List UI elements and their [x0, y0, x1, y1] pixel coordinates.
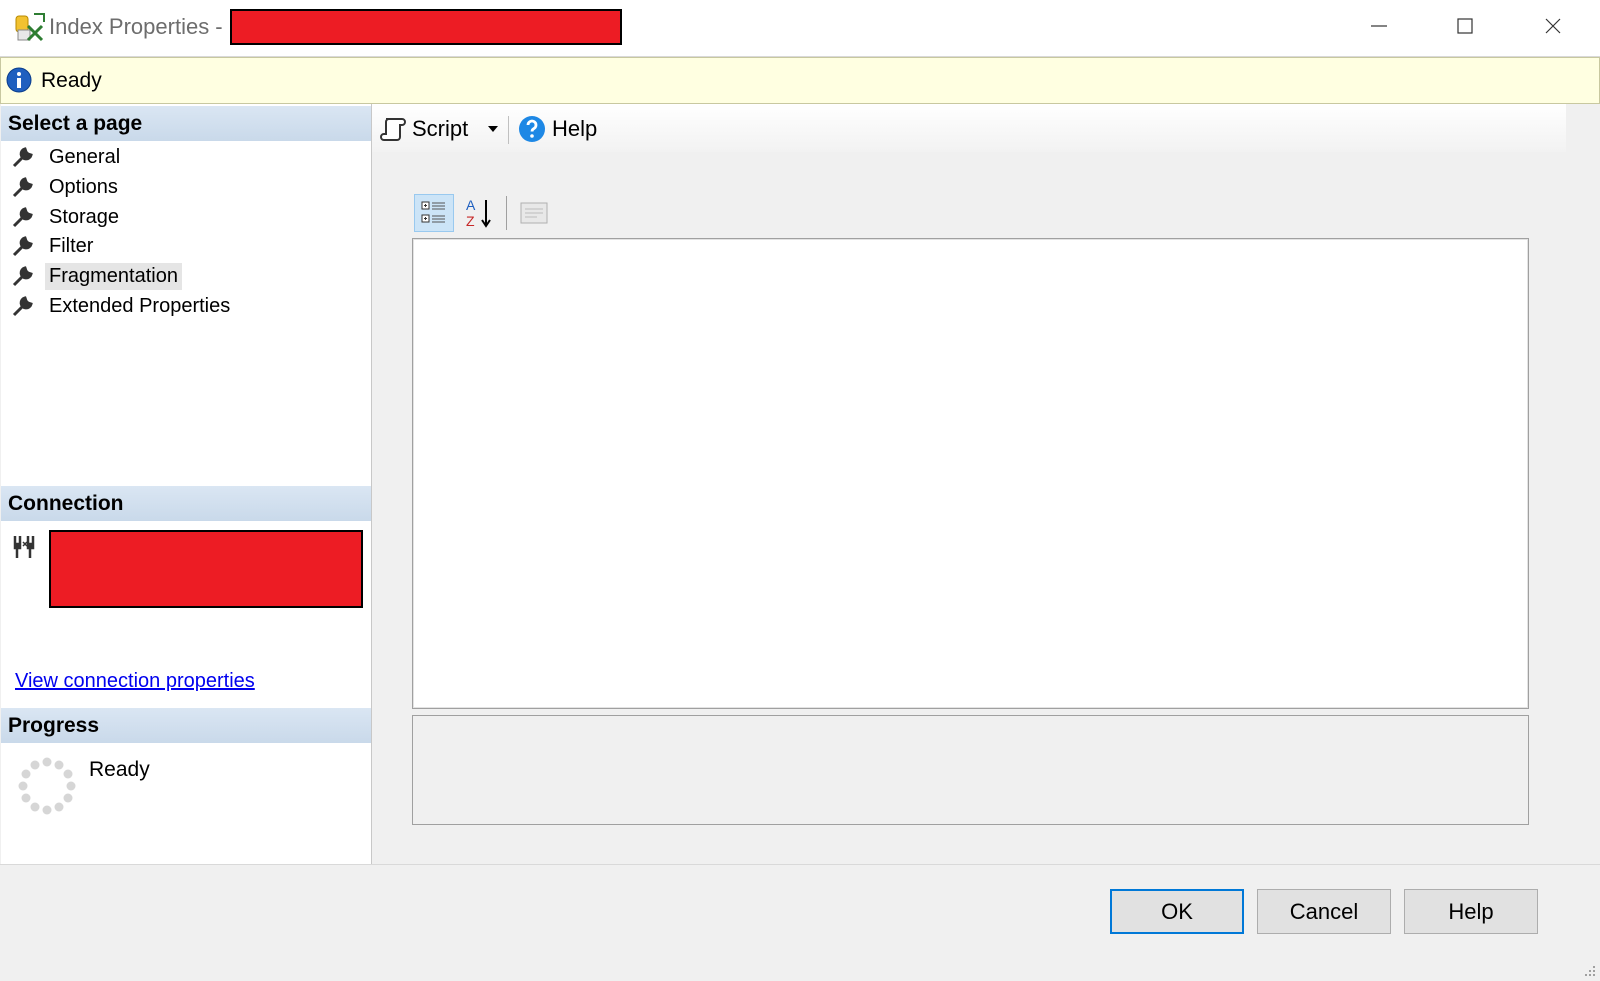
- progress-spinner-icon: [18, 757, 76, 815]
- redacted-title-box: [230, 9, 622, 45]
- wrench-icon: [12, 147, 33, 168]
- wrench-icon: [12, 207, 33, 228]
- title-bar: Index Properties -: [0, 0, 1600, 57]
- categorized-view-button[interactable]: [414, 194, 454, 232]
- minimize-icon: [1371, 25, 1387, 27]
- status-info-bar: Ready: [0, 57, 1600, 104]
- alphabetical-sort-button[interactable]: A Z: [460, 194, 500, 232]
- maximize-button[interactable]: [1442, 8, 1488, 44]
- info-icon: [6, 67, 32, 93]
- select-page-header: Select a page: [1, 106, 371, 141]
- status-text: Ready: [41, 69, 102, 92]
- property-grid[interactable]: [412, 238, 1529, 709]
- page-item-label: General: [49, 145, 121, 168]
- page-item-fragmentation[interactable]: Fragmentation: [11, 261, 182, 291]
- window-title: Index Properties -: [49, 14, 223, 39]
- property-grid-toolbar: A Z: [414, 194, 714, 234]
- cancel-button[interactable]: Cancel: [1257, 889, 1391, 934]
- svg-text:A: A: [466, 197, 476, 213]
- script-dropdown-caret-icon[interactable]: [488, 126, 498, 132]
- property-pages-icon: [520, 202, 548, 224]
- script-button-label: Script: [412, 116, 469, 141]
- page-item-label: Extended Properties: [49, 294, 231, 317]
- help-button[interactable]: Help: [1404, 889, 1538, 934]
- main-toolbar: Script Help: [372, 104, 1566, 152]
- page-item-general[interactable]: General: [11, 142, 124, 172]
- script-button[interactable]: Script: [380, 114, 468, 144]
- page-item-options[interactable]: Options: [11, 172, 122, 202]
- toolbar-separator: [508, 116, 509, 144]
- wrench-icon: [12, 236, 33, 257]
- page-item-extended-properties[interactable]: Extended Properties: [11, 291, 234, 321]
- redacted-connection-box: [49, 530, 363, 608]
- page-item-storage[interactable]: Storage: [11, 202, 123, 232]
- wrench-icon: [12, 266, 33, 287]
- progress-header: Progress: [1, 708, 371, 743]
- toolbar-help-button[interactable]: Help: [518, 114, 597, 144]
- page-item-label: Storage: [49, 205, 120, 228]
- property-grid-toolbar-separator: [506, 196, 507, 230]
- progress-status-text: Ready: [89, 758, 150, 781]
- minimize-button[interactable]: [1356, 8, 1402, 44]
- wrench-icon: [12, 177, 33, 198]
- maximize-icon: [1457, 18, 1473, 34]
- toolbar-help-label: Help: [552, 116, 598, 141]
- page-item-label: Filter: [49, 234, 94, 257]
- sort-az-icon: A Z: [466, 197, 491, 229]
- close-icon: [1545, 18, 1561, 34]
- left-navigation-pane: Select a page General Options Storage Fi…: [1, 104, 372, 864]
- script-icon: [380, 118, 406, 141]
- page-item-label: Fragmentation: [45, 262, 182, 290]
- categorized-icon: [421, 201, 445, 223]
- dialog-button-bar: OK Cancel Help: [0, 864, 1600, 981]
- right-content-pane: Script Help A Z: [372, 104, 1566, 864]
- wrench-icon: [12, 296, 33, 317]
- view-connection-properties-link[interactable]: View connection properties: [15, 670, 255, 693]
- page-item-label: Options: [49, 175, 118, 198]
- connection-header: Connection: [1, 486, 371, 521]
- property-description-panel: [412, 715, 1529, 825]
- close-button[interactable]: [1530, 8, 1576, 44]
- resize-grip-icon[interactable]: [1582, 963, 1596, 977]
- ok-button[interactable]: OK: [1110, 889, 1244, 934]
- svg-text:Z: Z: [466, 213, 475, 229]
- page-item-filter[interactable]: Filter: [11, 231, 97, 261]
- index-properties-app-icon: [15, 13, 45, 42]
- help-icon: [519, 116, 545, 142]
- property-pages-button[interactable]: [514, 194, 554, 232]
- server-connection-icon: [13, 536, 35, 558]
